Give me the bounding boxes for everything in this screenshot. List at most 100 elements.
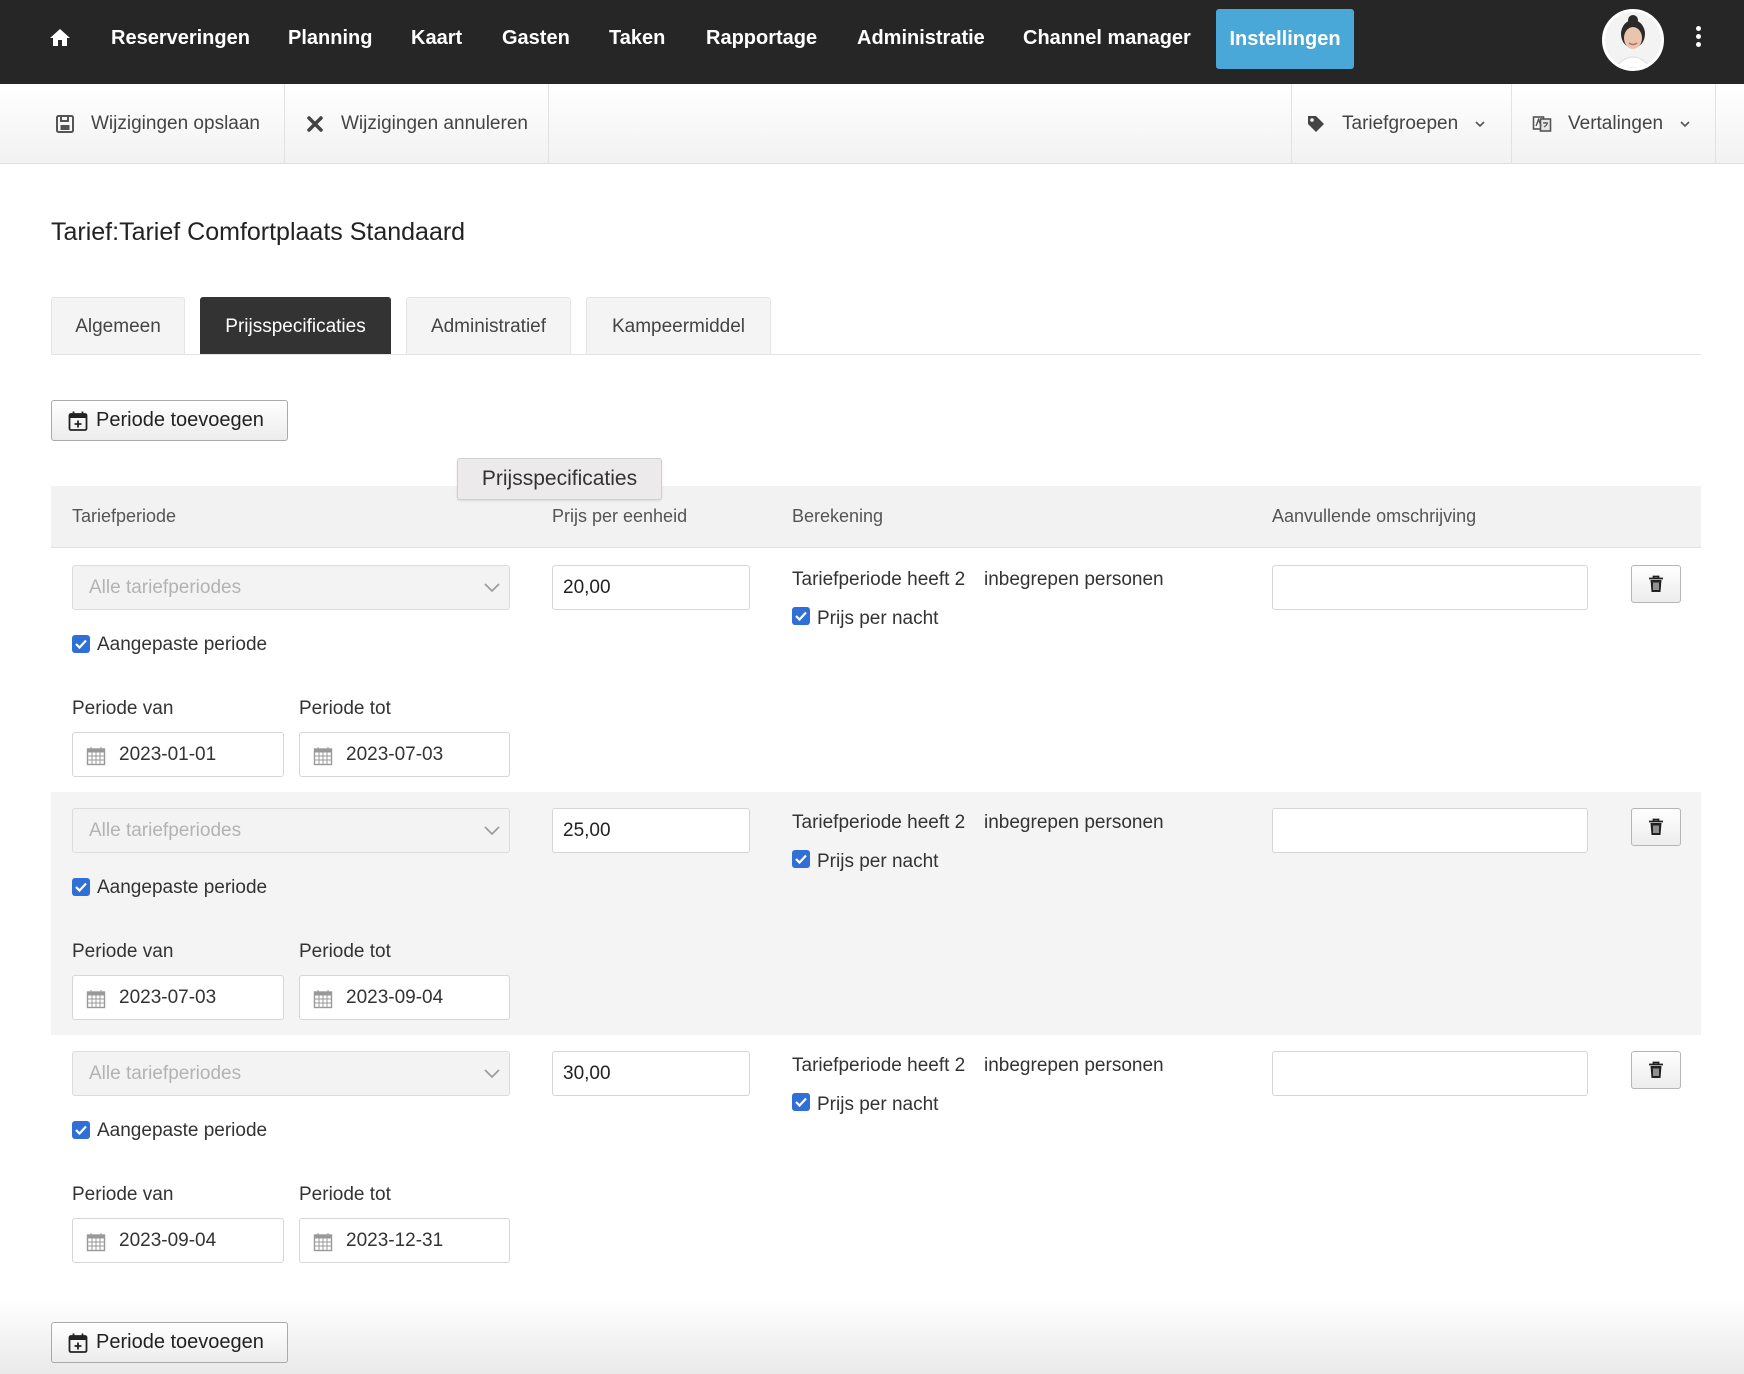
tariff-period-select[interactable]: Alle tariefperiodes [72,565,510,610]
period-from-input[interactable]: 2023-07-03 [72,975,284,1020]
price-per-night-label: Prijs per nacht [817,1094,939,1115]
tab-tooltip: Prijsspecificaties [457,458,662,500]
add-period-button[interactable]: Periode toevoegen [51,1322,288,1363]
translate-icon [1532,116,1552,132]
tab-kampeermiddel[interactable]: Kampeermiddel [586,297,771,355]
tariff-period-select[interactable]: Alle tariefperiodes [72,808,510,853]
period-from-value: 2023-07-03 [119,987,217,1008]
period-to-input[interactable]: 2023-09-04 [299,975,510,1020]
period-to-input[interactable]: 2023-12-31 [299,1218,510,1263]
save-icon [56,115,74,133]
delete-row-button[interactable] [1631,1051,1681,1089]
description-input[interactable] [1272,565,1588,610]
tariff-period-select-value: Alle tariefperiodes [89,1063,242,1084]
nav-item-kaart[interactable]: Kaart [411,26,462,56]
tag-icon [1308,116,1324,132]
page-title: Tarief:Tarief Comfortplaats Standaard [51,218,466,246]
tariffgroups-label: Tariefgroepen [1342,113,1459,134]
custom-period-label: Aangepaste periode [97,877,268,898]
period-to-value: 2023-07-03 [346,744,444,765]
period-from-value: 2023-01-01 [119,744,217,765]
price-input[interactable]: 30,00 [552,1051,750,1096]
calculation-persons-suffix: inbegrepen personen [984,812,1164,833]
nav-item-rapportage[interactable]: Rapportage [706,26,817,56]
save-changes-button[interactable]: Wijzigingen opslaan [55,84,260,164]
kebab-icon[interactable] [1692,26,1704,52]
period-from-label: Periode van [72,941,174,962]
price-per-night-checkbox[interactable] [792,1093,810,1111]
home-icon[interactable] [48,26,72,50]
calculation-persons-prefix: Tariefperiode heeft 2 [792,1055,966,1076]
delete-row-button[interactable] [1631,808,1681,846]
description-input[interactable] [1272,808,1588,853]
trash-icon [1649,1061,1663,1078]
add-period-label: Periode toevoegen [96,409,264,431]
calculation-persons-prefix: Tariefperiode heeft 2 [792,812,966,833]
column-header-calculation: Berekening [792,506,884,526]
table-row: Alle tariefperiodes Aangepaste periode P… [51,792,1701,1035]
tariff-period-select-value: Alle tariefperiodes [89,577,242,598]
calendar-icon [86,1233,106,1252]
custom-period-checkbox[interactable] [72,878,90,896]
table-header: Tariefperiode Prijs per eenheid Berekeni… [51,486,1701,548]
column-header-period: Tariefperiode [72,506,177,526]
price-per-night-label: Prijs per nacht [817,608,939,629]
custom-period-checkbox[interactable] [72,1121,90,1139]
nav-item-gasten[interactable]: Gasten [502,26,570,56]
save-changes-label: Wijzigingen opslaan [91,113,260,134]
tariff-period-select[interactable]: Alle tariefperiodes [72,1051,510,1096]
calendar-plus-icon [68,411,88,431]
close-icon [307,116,323,132]
price-per-night-label: Prijs per nacht [817,851,939,872]
column-header-price: Prijs per eenheid [552,506,688,526]
price-per-night-checkbox[interactable] [792,850,810,868]
toolbar-divider [284,84,285,164]
calendar-icon [313,990,333,1009]
table-row: Alle tariefperiodes Aangepaste periode P… [51,549,1701,792]
toolbar-divider [1291,84,1292,164]
nav-item-channel-manager[interactable]: Channel manager [1023,26,1191,56]
nav-item-administratie[interactable]: Administratie [857,26,985,56]
chevron-down-icon [484,826,500,836]
nav-item-planning[interactable]: Planning [288,26,372,56]
period-from-input[interactable]: 2023-01-01 [72,732,284,777]
nav-item-reserveringen[interactable]: Reserveringen [111,26,250,56]
calculation-persons-suffix: inbegrepen personen [984,569,1164,590]
custom-period-checkbox[interactable] [72,635,90,653]
price-input[interactable]: 20,00 [552,565,750,610]
trash-icon [1649,575,1663,592]
period-to-input[interactable]: 2023-07-03 [299,732,510,777]
calendar-icon [313,1233,333,1252]
nav-item-taken[interactable]: Taken [609,26,665,56]
translations-label: Vertalingen [1568,113,1664,134]
nav-item-instellingen[interactable]: Instellingen [1216,9,1354,69]
translations-dropdown[interactable]: Vertalingen [1532,84,1691,164]
tab-prijsspecificaties[interactable]: Prijsspecificaties [200,297,391,355]
top-navigation: Reserveringen Planning Kaart Gasten Take… [0,0,1744,84]
price-input[interactable]: 25,00 [552,808,750,853]
calendar-icon [86,747,106,766]
add-period-button[interactable]: Periode toevoegen [51,400,288,441]
tariffgroups-dropdown[interactable]: Tariefgroepen [1306,84,1486,164]
period-from-value: 2023-09-04 [119,1230,217,1251]
chevron-down-icon [1475,121,1485,128]
add-period-label: Periode toevoegen [96,1331,264,1353]
trash-icon [1649,818,1663,835]
period-to-label: Periode tot [299,941,391,962]
cancel-changes-button[interactable]: Wijzigingen annuleren [305,84,528,164]
description-input[interactable] [1272,1051,1588,1096]
delete-row-button[interactable] [1631,565,1681,603]
chevron-down-icon [484,1069,500,1079]
custom-period-label: Aangepaste periode [97,634,268,655]
tab-administratief[interactable]: Administratief [406,297,571,355]
period-to-label: Periode tot [299,1184,391,1205]
price-per-night-checkbox[interactable] [792,607,810,625]
calendar-icon [86,990,106,1009]
user-avatar[interactable] [1602,9,1664,71]
tab-algemeen[interactable]: Algemeen [51,297,185,355]
period-from-label: Periode van [72,698,174,719]
calendar-icon [313,747,333,766]
table-row: Alle tariefperiodes Aangepaste periode P… [51,1035,1701,1278]
chevron-down-icon [1680,121,1690,128]
period-from-input[interactable]: 2023-09-04 [72,1218,284,1263]
